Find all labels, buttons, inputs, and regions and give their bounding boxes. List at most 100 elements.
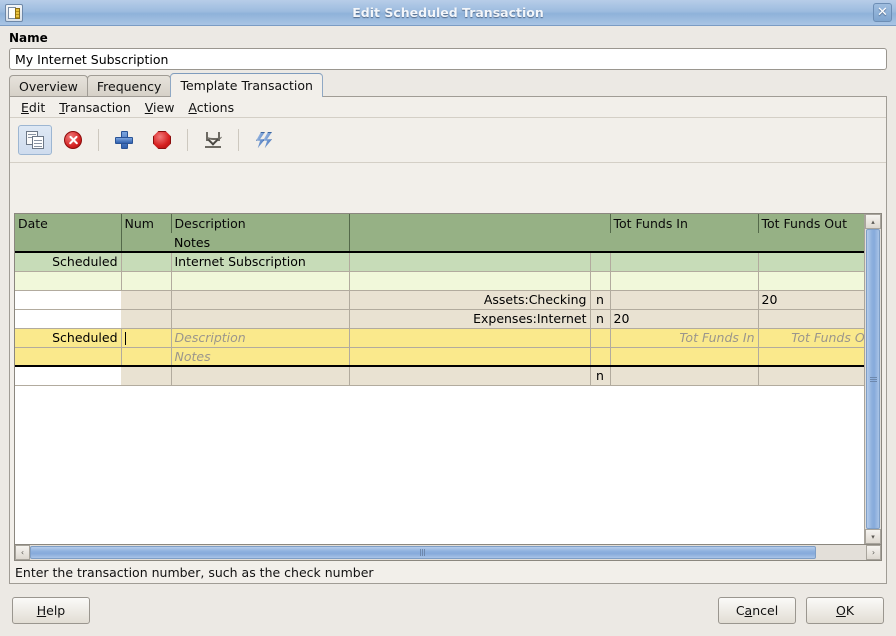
blank-transaction-button[interactable] [196, 125, 230, 155]
cell-description[interactable] [171, 366, 349, 385]
cell-reconcile[interactable] [590, 252, 610, 271]
gnucash-ledger-icon [5, 4, 23, 22]
enter-transaction-button[interactable] [107, 125, 141, 155]
cancel-button[interactable]: Cancel [718, 597, 796, 624]
cell-tot-funds-in[interactable]: 20 [610, 309, 758, 328]
cell-tot-funds-out[interactable] [758, 366, 864, 385]
cell-account[interactable]: Assets:Checking [349, 290, 590, 309]
duplicate-transaction-button[interactable] [18, 125, 52, 155]
cell-account[interactable]: Expenses:Internet [349, 309, 590, 328]
cell-tot-funds-in[interactable] [610, 290, 758, 309]
cell-reconcile[interactable] [590, 271, 610, 290]
cell-reconcile[interactable] [590, 328, 610, 347]
cell-num[interactable] [121, 252, 171, 271]
table-row[interactable]: Scheduled Internet Subscription [15, 252, 864, 271]
cancel-pre: C [736, 603, 745, 618]
cell-account[interactable] [349, 328, 590, 347]
cell-tot-funds-out-placeholder[interactable]: Tot Funds Out [758, 328, 864, 347]
cell-account[interactable] [349, 271, 590, 290]
table-row[interactable]: Assets:Checking n 20 [15, 290, 864, 309]
cell-num-editing[interactable] [121, 328, 171, 347]
menu-view[interactable]: View [138, 98, 182, 117]
ok-mnemonic: O [836, 603, 846, 618]
cell-description[interactable] [171, 309, 349, 328]
tab-bar: Overview Frequency Template Transaction [0, 70, 896, 96]
cell-num[interactable] [121, 366, 171, 385]
horizontal-scroll-track[interactable] [30, 545, 866, 560]
lightning-split-icon [253, 129, 275, 151]
menu-edit[interactable]: Edit [14, 98, 52, 117]
cancel-label: ncel [752, 603, 778, 618]
cell-tot-funds-out[interactable] [758, 309, 864, 328]
vertical-scroll-track[interactable] [865, 229, 881, 529]
column-header-account[interactable] [349, 214, 590, 233]
close-icon[interactable]: ✕ [873, 3, 892, 22]
split-transaction-button[interactable] [247, 125, 281, 155]
ok-button[interactable]: OK [806, 597, 884, 624]
cell-date[interactable] [15, 347, 121, 366]
cell-tot-funds-in[interactable] [610, 347, 758, 366]
cell-tot-funds-in[interactable] [610, 271, 758, 290]
cell-reconcile[interactable]: n [590, 309, 610, 328]
cell-description[interactable]: Internet Subscription [171, 252, 349, 271]
cell-tot-funds-out[interactable] [758, 252, 864, 271]
vertical-scroll-grip [870, 377, 877, 382]
table-row[interactable]: Expenses:Internet n 20 [15, 309, 864, 328]
name-input[interactable] [9, 48, 887, 70]
cell-notes-placeholder[interactable]: Notes [171, 347, 349, 366]
tab-overview[interactable]: Overview [9, 75, 88, 96]
table-row-selected[interactable]: Scheduled Description Tot Funds In Tot F… [15, 328, 864, 347]
cell-account[interactable] [349, 347, 590, 366]
cell-description-placeholder[interactable]: Description [171, 328, 349, 347]
table-row-selected-notes[interactable]: Notes [15, 347, 864, 366]
cell-reconcile[interactable] [590, 347, 610, 366]
register-vertical-scrollbar[interactable]: ▴ ▾ [864, 214, 881, 544]
column-header-description[interactable]: Description [171, 214, 349, 233]
table-row[interactable]: n [15, 366, 864, 385]
toolbar-separator-2 [187, 129, 188, 151]
scroll-down-icon[interactable]: ▾ [865, 529, 881, 544]
column-header-tot-funds-in[interactable]: Tot Funds In [610, 214, 758, 233]
cell-reconcile[interactable]: n [590, 290, 610, 309]
cell-tot-funds-in[interactable] [610, 252, 758, 271]
register-grid[interactable]: Date Num Description Tot Funds In Tot Fu… [15, 214, 864, 544]
cell-description[interactable] [171, 290, 349, 309]
cell-date[interactable] [15, 309, 121, 328]
delete-transaction-button[interactable] [145, 125, 179, 155]
cell-tot-funds-out[interactable] [758, 347, 864, 366]
scroll-right-icon[interactable]: › [866, 545, 881, 560]
cell-num[interactable] [121, 347, 171, 366]
column-header-num[interactable]: Num [121, 214, 171, 233]
cancel-transaction-button[interactable] [56, 125, 90, 155]
cell-reconcile[interactable]: n [590, 366, 610, 385]
register-horizontal-scrollbar[interactable]: ‹ › [14, 544, 882, 561]
cell-num[interactable] [121, 290, 171, 309]
cell-description[interactable] [171, 271, 349, 290]
cell-num[interactable] [121, 309, 171, 328]
cell-num[interactable] [121, 271, 171, 290]
table-row[interactable] [15, 271, 864, 290]
cell-date[interactable] [15, 290, 121, 309]
cell-account[interactable] [349, 252, 590, 271]
cell-tot-funds-out[interactable]: 20 [758, 290, 864, 309]
cell-date[interactable] [15, 271, 121, 290]
cell-account[interactable] [349, 366, 590, 385]
column-header-date[interactable]: Date [15, 214, 121, 233]
horizontal-scroll-thumb[interactable] [30, 546, 816, 559]
vertical-scroll-thumb[interactable] [866, 229, 880, 529]
cell-tot-funds-in-placeholder[interactable]: Tot Funds In [610, 328, 758, 347]
cell-tot-funds-out[interactable] [758, 271, 864, 290]
scroll-up-icon[interactable]: ▴ [865, 214, 881, 229]
column-header-tot-funds-out[interactable]: Tot Funds Out [758, 214, 864, 233]
help-button[interactable]: Help [12, 597, 90, 624]
scroll-left-icon[interactable]: ‹ [15, 545, 30, 560]
cell-date[interactable] [15, 366, 121, 385]
menu-transaction[interactable]: Transaction [52, 98, 138, 117]
tab-frequency[interactable]: Frequency [87, 75, 172, 96]
cell-date[interactable]: Scheduled [15, 328, 121, 347]
cell-tot-funds-in[interactable] [610, 366, 758, 385]
tab-template-transaction[interactable]: Template Transaction [170, 73, 323, 97]
column-header-reconcile[interactable] [590, 214, 610, 233]
cell-date[interactable]: Scheduled [15, 252, 121, 271]
menu-actions[interactable]: Actions [181, 98, 241, 117]
